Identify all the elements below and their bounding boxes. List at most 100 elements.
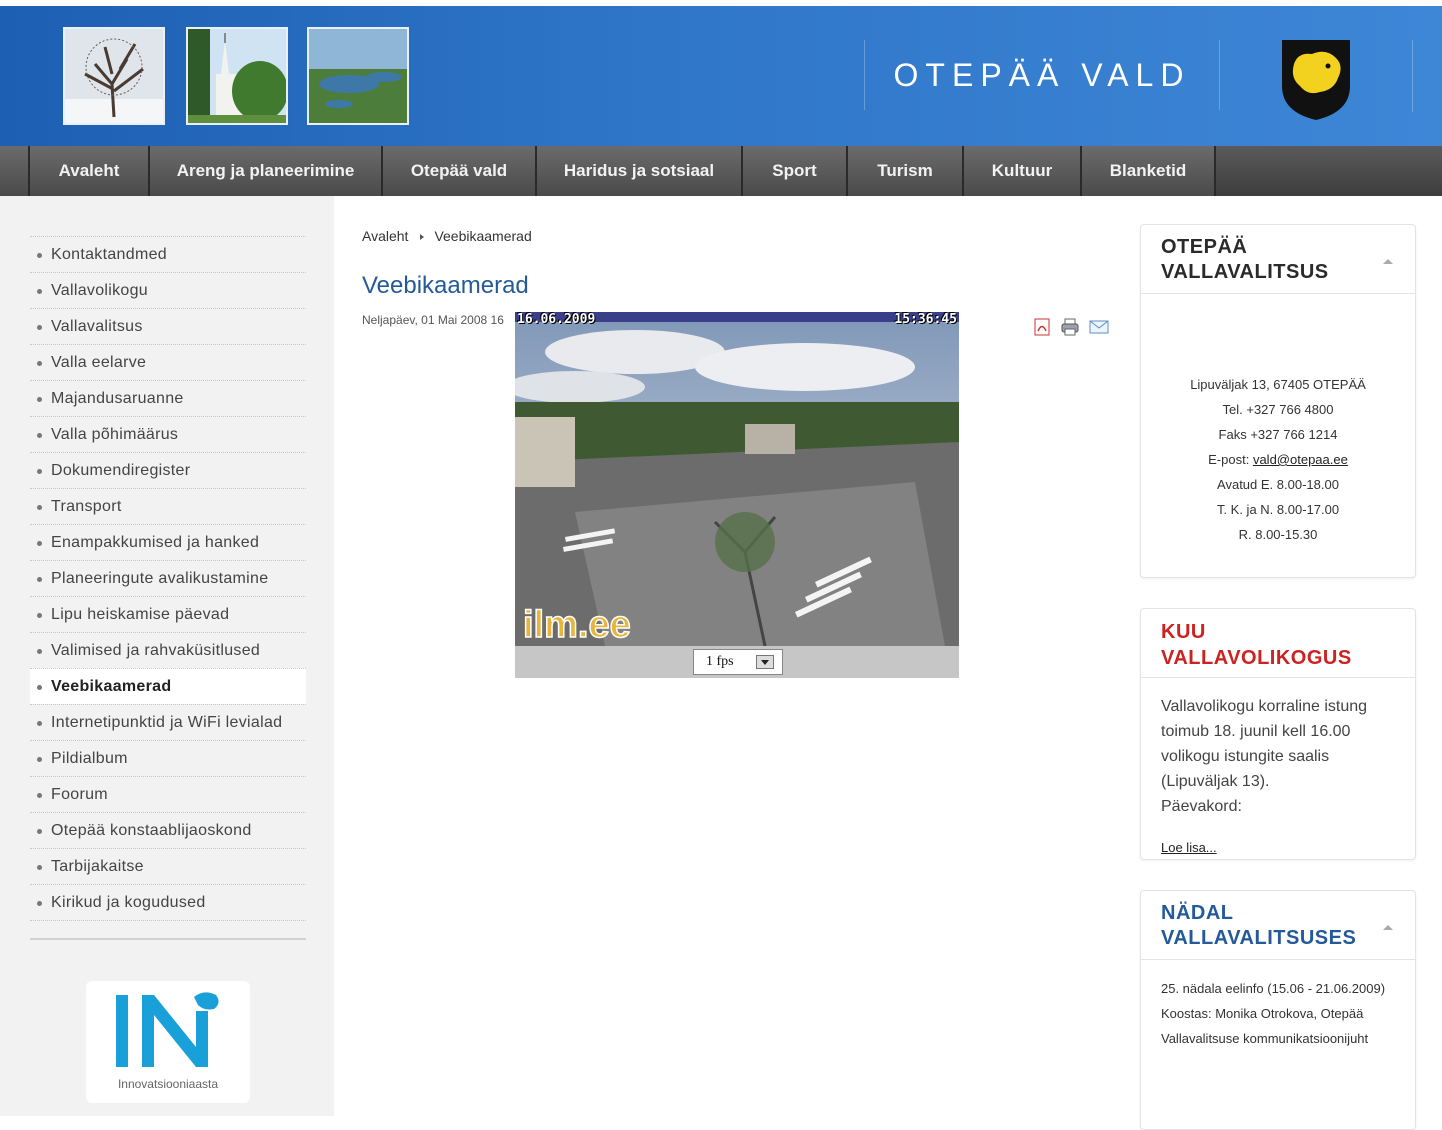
sidebar-item[interactable]: Transport: [30, 488, 306, 524]
nav-item-otepaa-vald[interactable]: Otepää vald: [383, 146, 537, 196]
bullet-icon: [37, 505, 42, 510]
bullet-icon: [37, 793, 42, 798]
email-link[interactable]: vald@otepaa.ee: [1253, 452, 1348, 467]
week-title-line1: NÄDAL: [1161, 902, 1234, 924]
nav-item-areng[interactable]: Areng ja planeerimine: [150, 146, 383, 196]
bear-crest-icon[interactable]: [1280, 36, 1352, 122]
email-icon[interactable]: [1089, 318, 1109, 336]
fps-select[interactable]: 1 fps: [693, 649, 783, 675]
sidebar-item-label[interactable]: Valimised ja rahvaküsitlused: [51, 642, 260, 659]
sidebar-item[interactable]: Pildialbum: [30, 740, 306, 776]
pdf-icon[interactable]: [1032, 318, 1052, 336]
nav-item-haridus[interactable]: Haridus ja sotsiaal: [537, 146, 743, 196]
bullet-icon: [37, 865, 42, 870]
sidebar-item[interactable]: Kirikud ja kogudused: [30, 884, 306, 921]
breadcrumb-current: Veebikaamerad: [434, 228, 532, 244]
sidebar-item-label[interactable]: Kirikud ja kogudused: [51, 894, 206, 911]
contact-phone: Tel. +327 766 4800: [1222, 402, 1334, 417]
winter-tree-photo[interactable]: [63, 27, 165, 125]
sidebar-item[interactable]: Vallavolikogu: [30, 272, 306, 308]
read-more-link[interactable]: Loe lisa...: [1161, 840, 1217, 855]
sidebar-item-label[interactable]: Dokumendiregister: [51, 462, 190, 479]
contact-hours-1: Avatud E. 8.00-18.00: [1217, 477, 1339, 492]
webcam-controls: 1 fps: [515, 646, 959, 678]
week-title-line2: VALLAVALITSUSES: [1161, 927, 1357, 949]
contact-hours-2: T. K. ja N. 8.00-17.00: [1216, 502, 1340, 517]
breadcrumb: Avaleht Veebikaamerad: [362, 228, 532, 244]
sidebar-item[interactable]: Lipu heiskamise päevad: [30, 596, 306, 632]
sidebar-item[interactable]: Majandusaruanne: [30, 380, 306, 416]
webcam-date: 16.06.2009: [517, 312, 596, 327]
contact-title: OTEPÄÄ VALLAVALITSUS: [1141, 225, 1415, 294]
sidebar-item-label[interactable]: Tarbijakaitse: [51, 858, 144, 875]
nav-item-avaleht[interactable]: Avaleht: [30, 146, 150, 196]
sidebar-item-label[interactable]: Veebikaamerad: [51, 678, 171, 695]
innovatsiooniaasta-logo[interactable]: Innovatsiooniaasta: [86, 981, 250, 1103]
sidebar-item-label[interactable]: Foorum: [51, 786, 108, 803]
sidebar-item[interactable]: Foorum: [30, 776, 306, 812]
logo-caption: Innovatsiooniaasta: [117, 1077, 219, 1091]
bullet-icon: [37, 901, 42, 906]
chevron-down-icon[interactable]: [756, 655, 774, 669]
contact-hours-3: R. 8.00-15.30: [1238, 527, 1318, 542]
sidebar-item-label[interactable]: Internetipunktid ja WiFi levialad: [51, 714, 282, 731]
sidebar-item-label[interactable]: Kontaktandmed: [51, 246, 167, 263]
webcam-time: 15:36:45: [894, 312, 957, 327]
sidebar-item-label[interactable]: Vallavalitsus: [51, 318, 143, 335]
nav-item-blanketid[interactable]: Blanketid: [1082, 146, 1216, 196]
sidebar-item-active[interactable]: Veebikaamerad: [30, 668, 306, 704]
bullet-icon: [37, 433, 42, 438]
nav-item-turism[interactable]: Turism: [848, 146, 964, 196]
sidebar-item[interactable]: Internetipunktid ja WiFi levialad: [30, 704, 306, 740]
sidebar-item-label[interactable]: Pildialbum: [51, 750, 128, 767]
contact-fax: Faks +327 766 1214: [1218, 427, 1338, 442]
sidebar-item-label[interactable]: Enampakkumised ja hanked: [51, 534, 259, 551]
bullet-icon: [37, 469, 42, 474]
page-title: Veebikaamerad: [362, 272, 529, 299]
contact-title-line2: VALLAVALITSUS: [1161, 261, 1329, 283]
council-title: KUU VALLAVOLIKOGUS: [1141, 609, 1415, 678]
sidebar-item[interactable]: Valimised ja rahvaküsitlused: [30, 632, 306, 668]
article-date: Neljapäev, 01 Mai 2008 16: [362, 313, 504, 327]
site-header: OTEPÄÄ VALD: [0, 6, 1442, 146]
breadcrumb-home-link[interactable]: Avaleht: [362, 228, 408, 244]
sidebar-item[interactable]: Kontaktandmed: [30, 236, 306, 272]
sidebar-item[interactable]: Planeeringute avalikustamine: [30, 560, 306, 596]
sidebar-item-label[interactable]: Otepää konstaablijaoskond: [51, 822, 252, 839]
webcam-watermark: ilm.ee: [523, 604, 631, 646]
bullet-icon: [37, 577, 42, 582]
contact-email-row: E-post: vald@otepaa.ee: [1161, 447, 1395, 472]
sidebar-item[interactable]: Valla eelarve: [30, 344, 306, 380]
sidebar-item-label[interactable]: Valla eelarve: [51, 354, 146, 371]
bullet-icon: [37, 289, 42, 294]
council-box: KUU VALLAVOLIKOGUS Vallavolikogu korrali…: [1140, 608, 1416, 860]
print-icon[interactable]: [1060, 318, 1080, 336]
sidebar-item[interactable]: Vallavalitsus: [30, 308, 306, 344]
email-label: E-post:: [1208, 452, 1250, 467]
sidebar-item-label[interactable]: Lipu heiskamise päevad: [51, 606, 229, 623]
nav-spacer: [0, 146, 30, 196]
sidebar-item-label[interactable]: Valla põhimäärus: [51, 426, 178, 443]
sidebar-item[interactable]: Valla põhimäärus: [30, 416, 306, 452]
bullet-icon: [37, 325, 42, 330]
nav-item-sport[interactable]: Sport: [743, 146, 848, 196]
sidebar-divider: [30, 938, 306, 940]
sidebar-item-label[interactable]: Transport: [51, 498, 122, 515]
sidebar-item[interactable]: Tarbijakaitse: [30, 848, 306, 884]
bullet-icon: [37, 721, 42, 726]
contact-details: Lipuväljak 13, 67405 OTEPÄÄ Tel. +327 76…: [1141, 294, 1415, 563]
bullet-icon: [37, 541, 42, 546]
sidebar-item[interactable]: Otepää konstaablijaoskond: [30, 812, 306, 848]
collapse-icon[interactable]: [1383, 925, 1393, 930]
church-photo[interactable]: [186, 27, 288, 125]
sidebar-item-label[interactable]: Vallavolikogu: [51, 282, 148, 299]
header-divider: [1412, 40, 1413, 112]
collapse-icon[interactable]: [1383, 259, 1393, 264]
sidebar-item-label[interactable]: Majandusaruanne: [51, 390, 184, 407]
webcam-viewer: ilm.ee 16.06.2009 15:36:45 1 fps: [515, 312, 959, 678]
sidebar-item[interactable]: Enampakkumised ja hanked: [30, 524, 306, 560]
sidebar-item[interactable]: Dokumendiregister: [30, 452, 306, 488]
lake-aerial-photo[interactable]: [307, 27, 409, 125]
nav-item-kultuur[interactable]: Kultuur: [964, 146, 1082, 196]
sidebar-item-label[interactable]: Planeeringute avalikustamine: [51, 570, 268, 587]
